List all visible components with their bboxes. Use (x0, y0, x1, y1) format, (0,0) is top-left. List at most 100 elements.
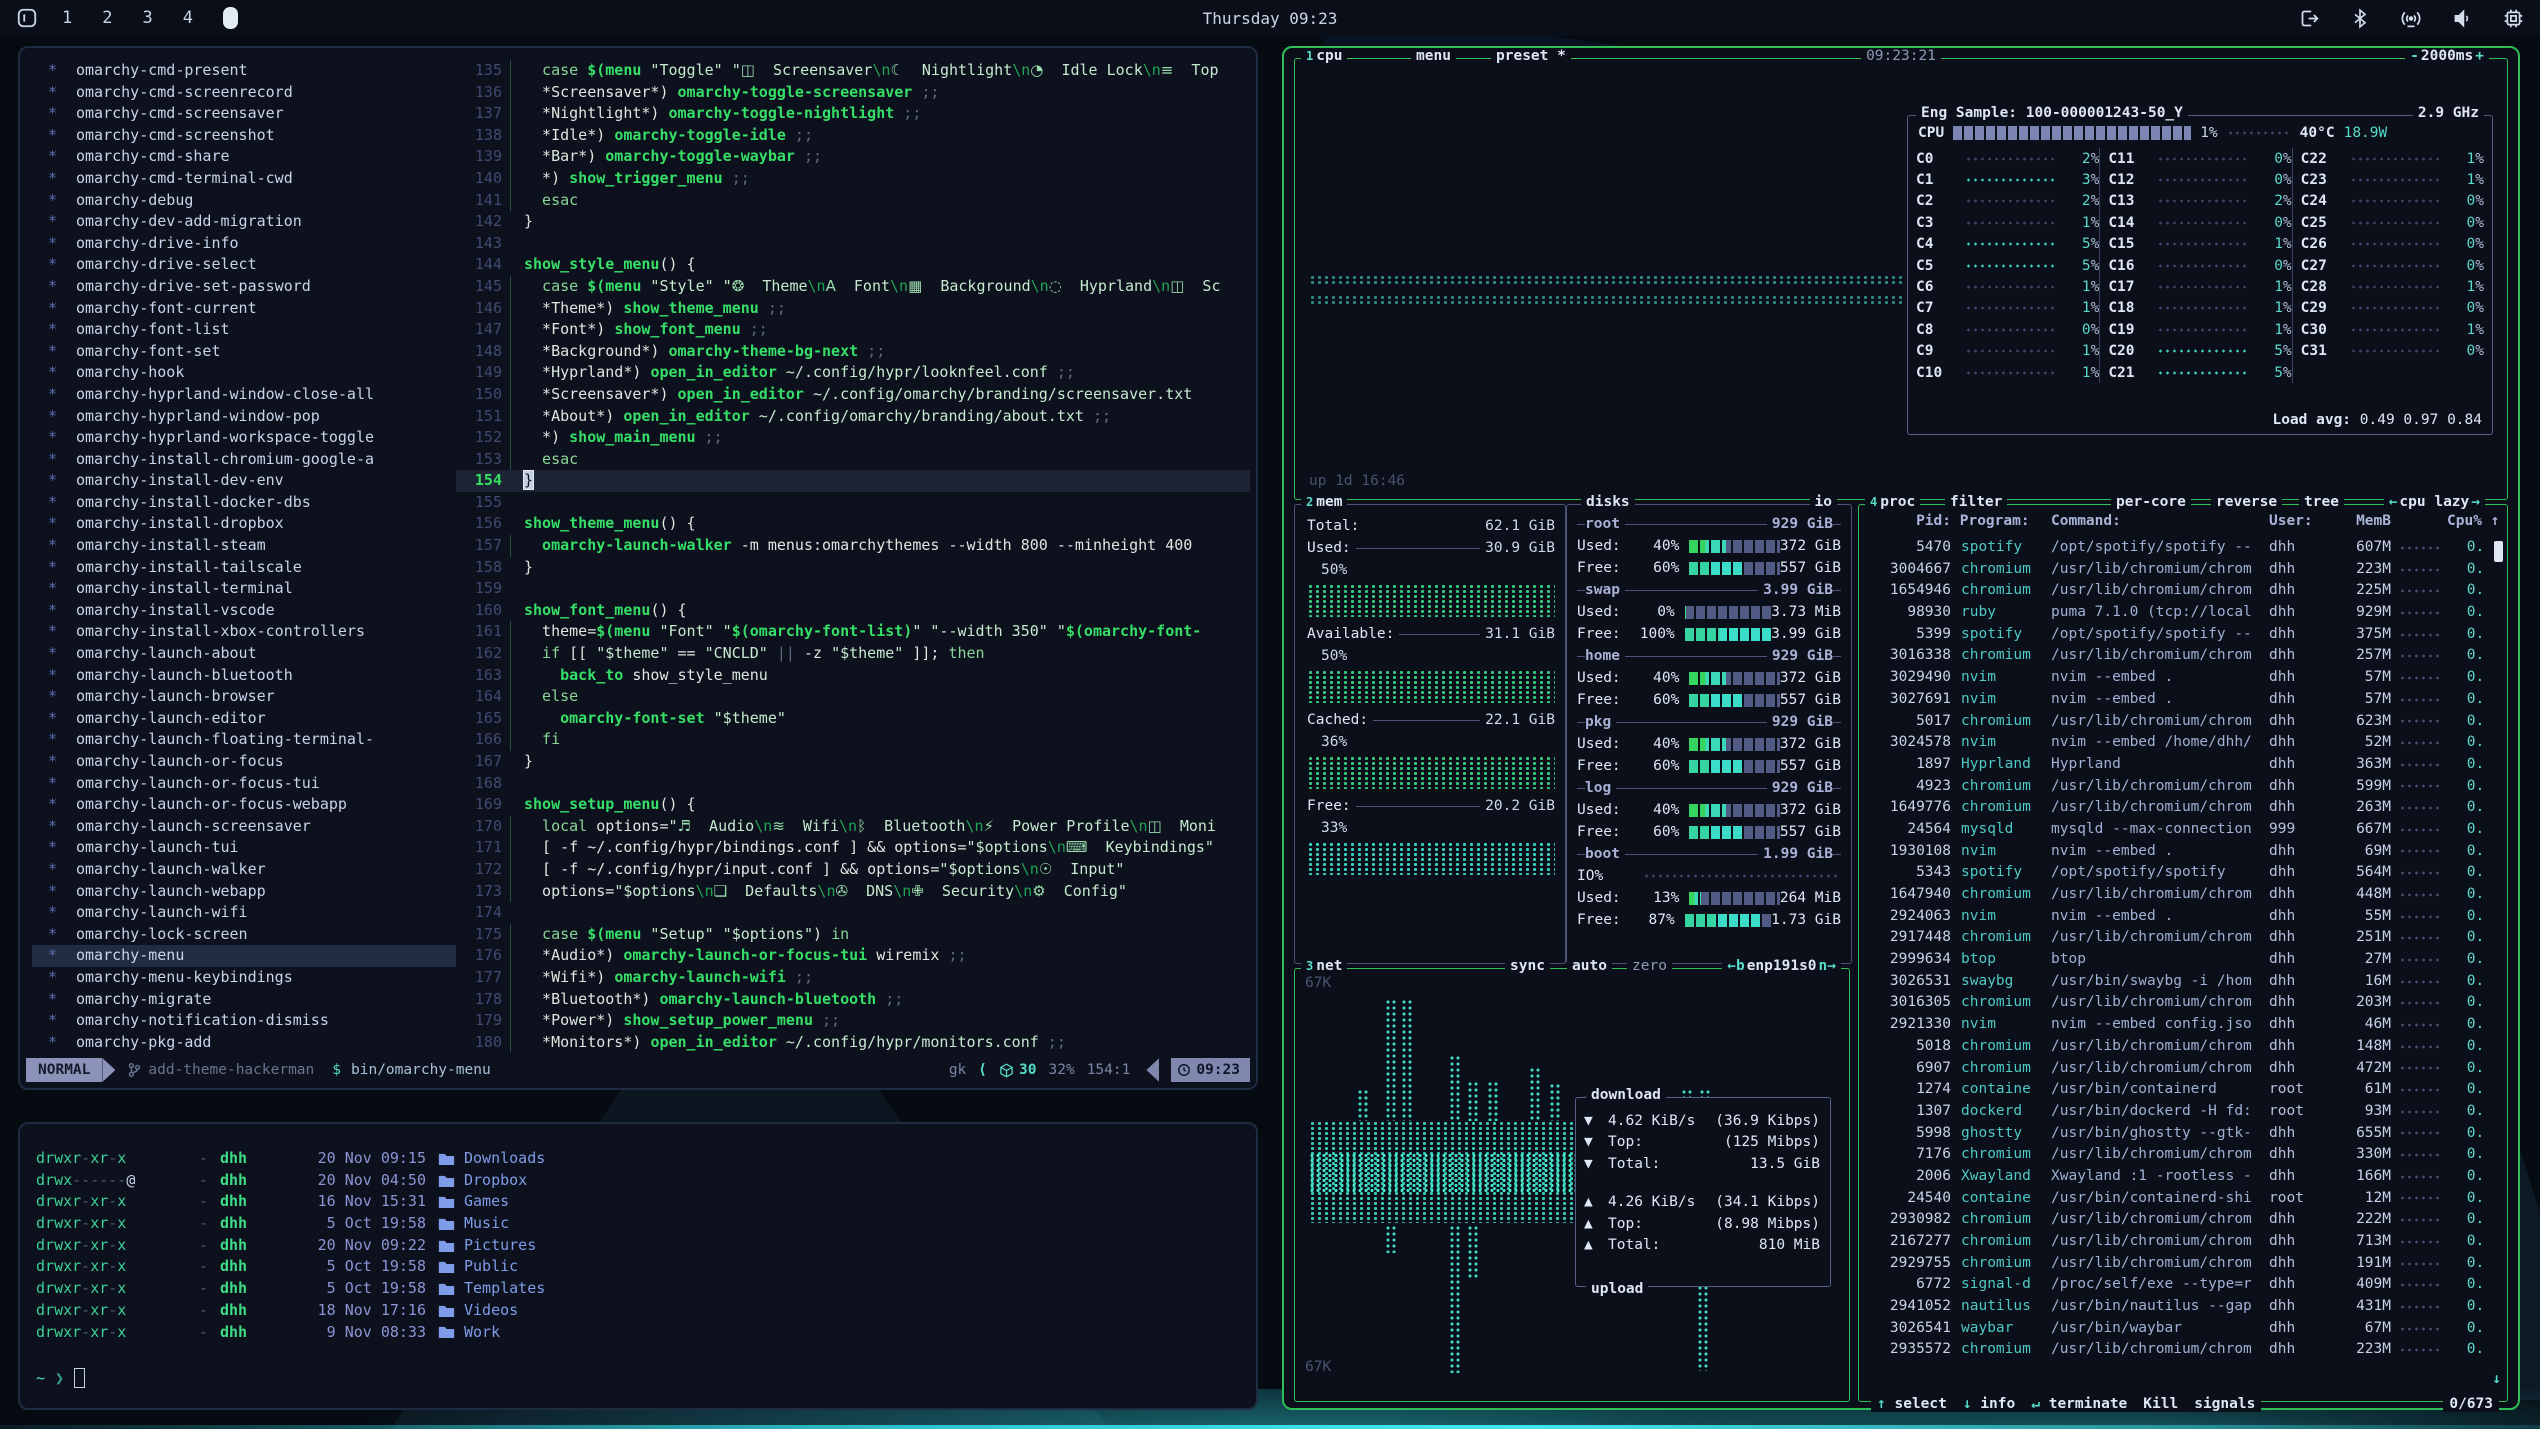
zero-button[interactable]: zero (1627, 958, 1672, 974)
process-row[interactable]: 24540containe/usr/bin/containerd-shiroot… (1865, 1188, 2481, 1210)
process-row[interactable]: 5018chromium/usr/lib/chromium/chromdhh14… (1865, 1036, 2481, 1058)
file-item[interactable]: *omarchy-install-vscode (32, 600, 456, 622)
file-item[interactable]: *omarchy-lock-screen (32, 924, 456, 946)
file-item[interactable]: *omarchy-migrate (32, 989, 456, 1011)
process-row[interactable]: 6772signal-d/proc/self/exe --type=rdhh40… (1865, 1274, 2481, 1296)
code-line[interactable]: 160show_font_menu() { (456, 600, 1250, 622)
scrollbar-thumb[interactable] (2494, 541, 2503, 562)
mem-box-title[interactable]: 2mem (1301, 494, 1347, 510)
process-row[interactable]: 1654946chromium/usr/lib/chromium/chromdh… (1865, 580, 2481, 602)
volume-icon[interactable] (2452, 8, 2473, 29)
file-item[interactable]: *omarchy-dev-add-migration (32, 211, 456, 233)
proc-footer-action[interactable]: ↓ info (1963, 1396, 2015, 1412)
code-line[interactable]: 167} (456, 751, 1250, 773)
file-item[interactable]: *omarchy-install-chromium-google-a (32, 449, 456, 471)
file-item[interactable]: *omarchy-font-set (32, 341, 456, 363)
net-box-title[interactable]: 3net (1301, 958, 1347, 974)
omarchy-logo-icon[interactable] (16, 7, 38, 29)
code-line[interactable]: 138 *Idle*) omarchy-toggle-idle ;; (456, 125, 1250, 147)
code-line[interactable]: 151 *About*) open_in_editor ~/.config/om… (456, 406, 1250, 428)
file-item[interactable]: *omarchy-cmd-screenrecord (32, 82, 456, 104)
process-row[interactable]: 3016305chromium/usr/lib/chromium/chromdh… (1865, 992, 2481, 1014)
file-item[interactable]: *omarchy-launch-about (32, 643, 456, 665)
code-line[interactable]: 166 fi (456, 729, 1250, 751)
filter-button[interactable]: filter (1945, 494, 2007, 510)
file-item[interactable]: *omarchy-hyprland-window-close-all (32, 384, 456, 406)
process-row[interactable]: 2930982chromium/usr/lib/chromium/chromdh… (1865, 1209, 2481, 1231)
process-row[interactable]: 2924063nvimnvim --embed .dhh55M0.0 (1865, 906, 2481, 928)
tree-button[interactable]: tree (2299, 494, 2344, 510)
file-item[interactable]: *omarchy-drive-info (32, 233, 456, 255)
proc-footer-action[interactable]: ↑ select (1877, 1396, 1947, 1412)
file-item[interactable]: *omarchy-launch-screensaver (32, 816, 456, 838)
workspace-2[interactable]: 2 (102, 8, 112, 28)
cpu-box-title[interactable]: 1cpu (1301, 48, 1347, 64)
process-row[interactable]: 5470spotify/opt/spotify/spotify --dhh607… (1865, 537, 2481, 559)
file-item[interactable]: *omarchy-launch-webapp (32, 881, 456, 903)
code-line[interactable]: 143 (456, 233, 1250, 255)
code-line[interactable]: 140 *) show_trigger_menu ;; (456, 168, 1250, 190)
code-line[interactable]: 164 else (456, 686, 1250, 708)
process-row[interactable]: 1647940chromium/usr/lib/chromium/chromdh… (1865, 884, 2481, 906)
process-row[interactable]: 3026531swaybg/usr/bin/swaybg -i /homdhh1… (1865, 971, 2481, 993)
file-item[interactable]: *omarchy-install-docker-dbs (32, 492, 456, 514)
file-item[interactable]: *omarchy-install-tailscale (32, 557, 456, 579)
code-line[interactable]: 153 esac (456, 449, 1250, 471)
process-row[interactable]: 2917448chromium/usr/lib/chromium/chromdh… (1865, 927, 2481, 949)
workspace-switcher[interactable]: 1234 (62, 7, 238, 29)
sync-button[interactable]: sync (1505, 958, 1550, 974)
code-line[interactable]: 165 omarchy-font-set "$theme" (456, 708, 1250, 730)
process-row[interactable]: 2941052nautilus/usr/bin/nautilus --gapdh… (1865, 1296, 2481, 1318)
code-line[interactable]: 150 *Screensaver*) open_in_editor ~/.con… (456, 384, 1250, 406)
file-item[interactable]: *omarchy-launch-walker (32, 859, 456, 881)
file-item[interactable]: *omarchy-notification-dismiss (32, 1010, 456, 1032)
menu-button[interactable]: menu (1411, 48, 1456, 64)
hotspot-icon[interactable] (2400, 8, 2422, 29)
preset-button[interactable]: preset * (1491, 48, 1571, 64)
file-item[interactable]: *omarchy-hyprland-workspace-toggle (32, 427, 456, 449)
process-row[interactable]: 2935572chromium/usr/lib/chromium/chromdh… (1865, 1339, 2481, 1361)
code-line[interactable]: 172 [ -f ~/.config/hypr/input.conf ] && … (456, 859, 1250, 881)
process-row[interactable]: 1897HyprlandHyprlanddhh363M0.0 (1865, 754, 2481, 776)
code-line[interactable]: 163 back_to show_style_menu (456, 665, 1250, 687)
file-item[interactable]: *omarchy-cmd-share (32, 146, 456, 168)
process-row[interactable]: 2921330nvimnvim --embed config.jsodhh46M… (1865, 1014, 2481, 1036)
file-item[interactable]: *omarchy-cmd-terminal-cwd (32, 168, 456, 190)
code-line[interactable]: 174 (456, 902, 1250, 924)
sort-selector[interactable]: ← cpu lazy → (2384, 494, 2485, 510)
process-row[interactable]: 1649776chromium/usr/lib/chromium/chromdh… (1865, 797, 2481, 819)
file-item[interactable]: *omarchy-launch-bluetooth (32, 665, 456, 687)
file-item[interactable]: *omarchy-pkg-add (32, 1032, 456, 1052)
code-line[interactable]: 148 *Background*) omarchy-theme-bg-next … (456, 341, 1250, 363)
code-line[interactable]: 144show_style_menu() { (456, 254, 1250, 276)
workspace-4[interactable]: 4 (183, 8, 193, 28)
process-row[interactable]: 2999634btopbtopdhh27M0.0 (1865, 949, 2481, 971)
cpu-chip-icon[interactable] (2503, 8, 2524, 29)
bluetooth-icon[interactable] (2350, 8, 2370, 29)
file-item[interactable]: *omarchy-install-terminal (32, 578, 456, 600)
process-row[interactable]: 3026541waybar/usr/bin/waybardhh67M0.0 (1865, 1318, 2481, 1340)
file-item[interactable]: *omarchy-hook (32, 362, 456, 384)
process-row[interactable]: 5399spotify/opt/spotify/spotify --dhh375… (1865, 624, 2481, 646)
file-item[interactable]: *omarchy-menu (32, 945, 456, 967)
process-row[interactable]: 1307dockerd/usr/bin/dockerd -H fd:root93… (1865, 1101, 2481, 1123)
update-interval[interactable]: -2000ms + (2405, 48, 2489, 64)
workspace-1[interactable]: 1 (62, 8, 72, 28)
code-line[interactable]: 169show_setup_menu() { (456, 794, 1250, 816)
file-item[interactable]: *omarchy-launch-editor (32, 708, 456, 730)
proc-footer[interactable]: ↑ select↓ info↵ terminateKillsignals (1871, 1396, 2261, 1412)
process-row[interactable]: 3004667chromium/usr/lib/chromium/chromdh… (1865, 559, 2481, 581)
process-row[interactable]: 3016338chromium/usr/lib/chromium/chromdh… (1865, 645, 2481, 667)
process-row[interactable]: 4923chromium/usr/lib/chromium/chromdhh59… (1865, 776, 2481, 798)
code-line[interactable]: 157 omarchy-launch-walker -m menus:omarc… (456, 535, 1250, 557)
code-line[interactable]: 137 *Nightlight*) omarchy-toggle-nightli… (456, 103, 1250, 125)
file-item[interactable]: *omarchy-install-dev-env (32, 470, 456, 492)
file-item[interactable]: *omarchy-drive-select (32, 254, 456, 276)
process-row[interactable]: 2006XwaylandXwayland :1 -rootless -dhh16… (1865, 1166, 2481, 1188)
file-item[interactable]: *omarchy-hyprland-window-pop (32, 406, 456, 428)
code-line[interactable]: 173 options="$options\n❏ Defaults\n✇ DNS… (456, 881, 1250, 903)
file-item[interactable]: *omarchy-install-xbox-controllers (32, 621, 456, 643)
proc-footer-action[interactable]: signals (2194, 1396, 2255, 1412)
per-core-button[interactable]: per-core (2111, 494, 2191, 510)
proc-box-title[interactable]: 4proc (1865, 494, 1920, 510)
